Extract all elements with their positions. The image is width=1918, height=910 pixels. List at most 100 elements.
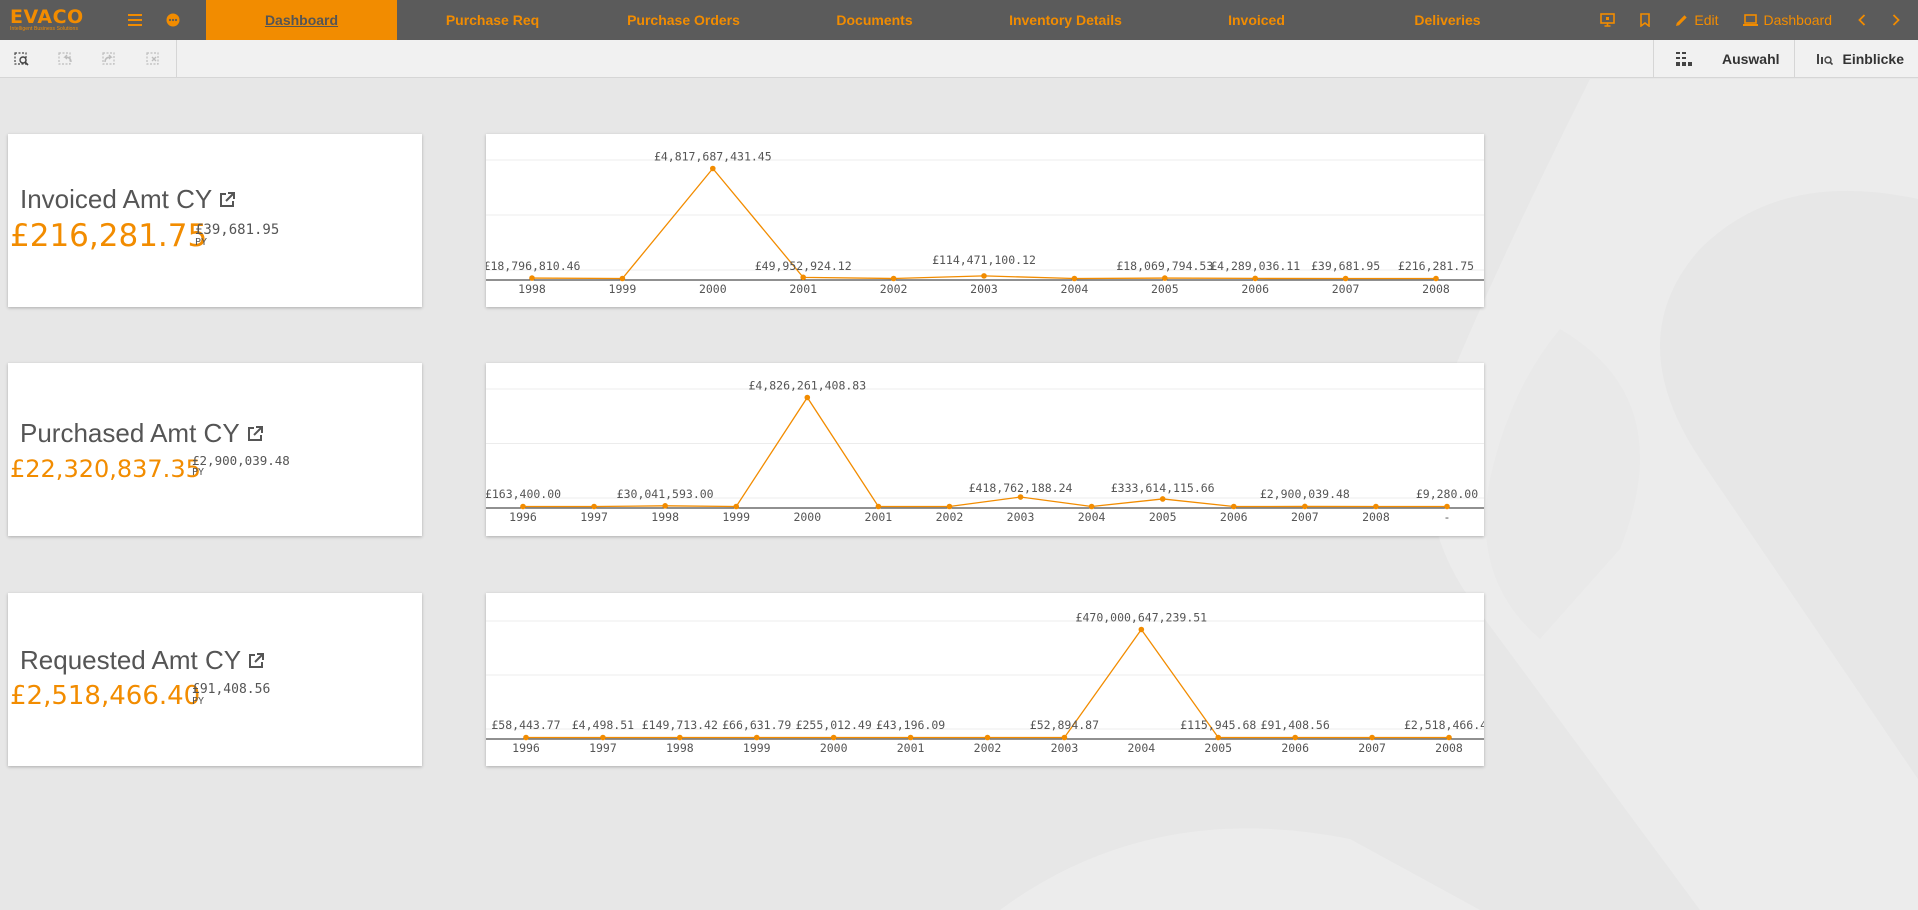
x-tick-label: - — [1444, 510, 1451, 524]
data-point[interactable] — [1369, 734, 1375, 741]
data-point[interactable] — [600, 734, 606, 741]
data-point[interactable] — [1444, 503, 1450, 510]
kpi-requested[interactable]: Requested Amt CY £2,518,466.40 £91,408.5… — [8, 593, 422, 766]
data-point[interactable] — [710, 165, 716, 172]
tab-inventory-details[interactable]: Inventory Details — [970, 0, 1161, 40]
data-point[interactable] — [520, 503, 526, 510]
kpi-title-text: Requested Amt CY — [20, 645, 242, 675]
data-point[interactable] — [804, 394, 811, 401]
kpi-title: Purchased Amt CY — [20, 418, 264, 449]
data-point[interactable] — [890, 275, 897, 282]
tab-deliveries[interactable]: Deliveries — [1352, 0, 1543, 40]
data-point[interactable] — [1061, 734, 1068, 741]
x-tick-label: 1999 — [722, 510, 750, 524]
data-label: £4,498.51 — [572, 718, 634, 732]
data-point[interactable] — [662, 503, 668, 509]
data-point[interactable] — [1071, 275, 1078, 282]
insights-button[interactable]: Einblicke — [1793, 40, 1918, 78]
evaco-logo[interactable]: EVACO Intelligent Business Solutions — [0, 0, 116, 40]
data-label: £49,952,924.12 — [755, 259, 852, 273]
data-point[interactable] — [1373, 503, 1379, 510]
data-point[interactable] — [1433, 275, 1439, 282]
data-point[interactable] — [1302, 503, 1308, 510]
x-tick-label: 2001 — [897, 741, 925, 755]
data-label: £4,826,261,408.83 — [748, 379, 866, 393]
external-link-icon[interactable] — [218, 191, 236, 209]
data-label: £39,681.95 — [1311, 259, 1380, 273]
data-point[interactable] — [907, 734, 914, 741]
step-back-button[interactable] — [44, 40, 88, 78]
selections-grid-icon — [1675, 52, 1692, 66]
top-right-actions: Edit Dashboard — [1588, 0, 1918, 40]
requested-line-chart: 1996 £58,443.77 1997 £4,498.51 1998 £149,713.… — [486, 611, 1484, 755]
sheet-selector-button[interactable]: Dashboard — [1731, 0, 1845, 40]
smart-search-button[interactable] — [0, 40, 44, 78]
data-label: £163,400.00 — [486, 487, 561, 501]
data-point[interactable] — [800, 274, 806, 281]
data-point[interactable] — [619, 275, 626, 282]
invoiced-line-chart: 1998 £18,796,810.46 1999 2000 £4,817,687,431… — [486, 150, 1484, 296]
tab-purchase-req[interactable]: Purchase Req — [397, 0, 588, 40]
next-sheet-button[interactable] — [1880, 0, 1918, 40]
x-tick-label: 2005 — [1149, 510, 1177, 524]
data-point[interactable] — [1017, 494, 1024, 500]
selections-button[interactable]: Auswahl — [1652, 40, 1794, 78]
data-point[interactable] — [1292, 734, 1298, 741]
data-point[interactable] — [523, 734, 529, 741]
tab-documents[interactable]: Documents — [779, 0, 970, 40]
previous-sheet-button[interactable] — [1844, 0, 1880, 40]
data-point[interactable] — [1138, 626, 1145, 633]
data-point[interactable] — [1162, 275, 1168, 281]
data-point[interactable] — [1230, 503, 1237, 510]
data-point[interactable] — [591, 503, 597, 510]
data-point[interactable] — [1088, 503, 1095, 510]
data-label: £470,000,647,239.51 — [1076, 611, 1208, 625]
x-tick-label: 1999 — [743, 741, 771, 755]
data-label: £4,817,687,431.45 — [654, 150, 772, 164]
tab-dashboard[interactable]: Dashboard — [206, 0, 397, 40]
x-tick-label: 1998 — [666, 741, 694, 755]
data-point[interactable] — [1159, 496, 1166, 502]
external-link-icon[interactable] — [247, 652, 265, 670]
menu-icon[interactable] — [116, 0, 154, 40]
data-label: £149,713.42 — [642, 718, 718, 732]
clear-selections-button[interactable] — [132, 40, 176, 78]
edit-button[interactable]: Edit — [1663, 0, 1730, 40]
purchased-trend-chart[interactable]: 1996 £163,400.00 1997 1998 £30,041,593.00 199… — [486, 363, 1484, 536]
kpi-purchased[interactable]: Purchased Amt CY £22,320,837.35 £2,900,0… — [8, 363, 422, 536]
data-point[interactable] — [984, 734, 991, 741]
x-tick-label: 1998 — [651, 510, 679, 524]
data-label: £418,762,188.24 — [969, 481, 1073, 495]
data-point[interactable] — [1252, 275, 1258, 282]
data-point[interactable] — [875, 503, 882, 510]
data-point[interactable] — [1446, 734, 1452, 741]
requested-trend-chart[interactable]: 1996 £58,443.77 1997 £4,498.51 1998 £149,713.… — [486, 593, 1484, 766]
data-point[interactable] — [946, 503, 953, 510]
tab-purchase-orders[interactable]: Purchase Orders — [588, 0, 779, 40]
data-point[interactable] — [733, 503, 740, 510]
x-tick-label: 1996 — [509, 510, 537, 524]
kpi-invoiced[interactable]: Invoiced Amt CY £216,281.75 £39,681.95 P… — [8, 134, 422, 307]
data-point[interactable] — [1215, 734, 1222, 741]
more-options-icon[interactable] — [154, 0, 192, 40]
x-tick-label: 2004 — [1127, 741, 1155, 755]
kpi-value: £22,320,837.35 — [10, 455, 201, 483]
present-button[interactable] — [1588, 0, 1627, 40]
data-label: £333,614,115.66 — [1111, 481, 1215, 495]
kpi-value: £2,518,466.40 — [10, 681, 201, 711]
bookmark-button[interactable] — [1627, 0, 1663, 40]
data-label: £114,471,100.12 — [932, 253, 1036, 267]
data-point[interactable] — [677, 734, 683, 741]
data-point[interactable] — [753, 734, 760, 741]
data-point[interactable] — [981, 273, 987, 279]
data-point[interactable] — [529, 275, 535, 281]
data-point[interactable] — [830, 734, 837, 741]
toolbar-right: Auswahl Einblicke — [1652, 40, 1918, 78]
tab-invoiced[interactable]: Invoiced — [1161, 0, 1352, 40]
invoiced-trend-chart[interactable]: 1998 £18,796,810.46 1999 2000 £4,817,687,431… — [486, 134, 1484, 307]
data-point[interactable] — [1342, 275, 1349, 282]
external-link-icon[interactable] — [246, 425, 264, 443]
step-forward-button[interactable] — [88, 40, 132, 78]
pencil-icon — [1676, 14, 1688, 26]
x-tick-label: 2004 — [1078, 510, 1106, 524]
